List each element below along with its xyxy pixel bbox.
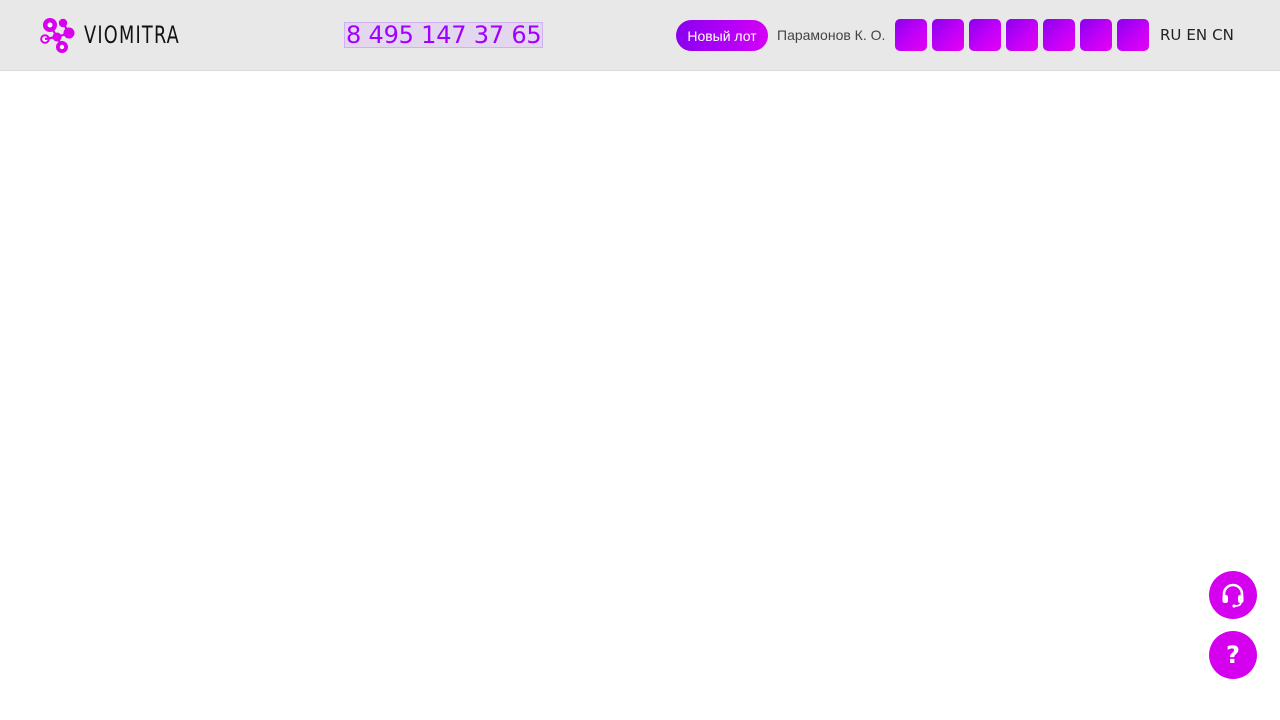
- new-lot-button[interactable]: Новый лот: [676, 20, 768, 51]
- language-cn[interactable]: CN: [1212, 25, 1234, 45]
- language-en[interactable]: EN: [1186, 25, 1207, 45]
- header-icon-button-3[interactable]: [969, 19, 1001, 51]
- header-icon-buttons: [895, 19, 1149, 51]
- user-name[interactable]: Парамонов К. О.: [777, 26, 885, 44]
- language-switcher: RU EN CN: [1160, 25, 1234, 45]
- support-button[interactable]: [1209, 571, 1257, 619]
- logo[interactable]: VIOMITRA: [40, 16, 201, 54]
- phone-number-link[interactable]: 8 495 147 37 65: [343, 22, 544, 48]
- header-icon-button-4[interactable]: [1006, 19, 1038, 51]
- headset-icon: [1222, 583, 1244, 608]
- question-mark-icon: ?: [1226, 641, 1240, 669]
- header-icon-button-2[interactable]: [932, 19, 964, 51]
- molecule-logo-icon: [40, 18, 75, 53]
- language-ru[interactable]: RU: [1160, 25, 1181, 45]
- top-header: VIOMITRA 8 495 147 37 65 Новый лот Парам…: [0, 0, 1280, 71]
- help-button[interactable]: ?: [1209, 631, 1257, 679]
- header-icon-button-1[interactable]: [895, 19, 927, 51]
- header-icon-button-5[interactable]: [1043, 19, 1075, 51]
- header-icon-button-7[interactable]: [1117, 19, 1149, 51]
- header-icon-button-6[interactable]: [1080, 19, 1112, 51]
- logo-text: VIOMITRA: [84, 21, 181, 49]
